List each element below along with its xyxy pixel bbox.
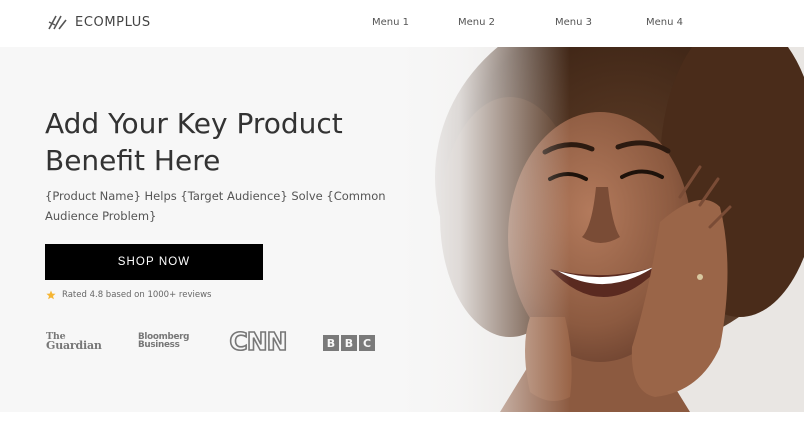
hero-section: Add Your Key Product Benefit Here {Produ…: [0, 47, 804, 412]
bbc-letter-b1: B: [323, 335, 339, 351]
headline-line-2: Benefit Here: [45, 144, 221, 177]
bloomberg-business-logo: Bloomberg Business: [138, 330, 194, 352]
bbc-letter-c: C: [359, 335, 375, 351]
bloomberg-line-2: Business: [138, 340, 180, 350]
nav-item-menu-2[interactable]: Menu 2: [458, 17, 495, 28]
cnn-logo: CNN: [229, 327, 287, 355]
brand-logo[interactable]: ECOMPLUS: [47, 13, 151, 31]
nav-item-menu-1[interactable]: Menu 1: [372, 17, 409, 28]
star-icon: [46, 290, 56, 300]
rating-text: Rated 4.8 based on 1000+ reviews: [62, 290, 212, 300]
nav-item-menu-3[interactable]: Menu 3: [555, 17, 592, 28]
site-header: ECOMPLUS Menu 1 Menu 2 Menu 3 Menu 4: [0, 0, 804, 47]
nav-item-menu-4[interactable]: Menu 4: [646, 17, 683, 28]
subtext-line-2: Audience Problem}: [45, 209, 157, 223]
brand-name: ECOMPLUS: [75, 14, 151, 30]
rating-summary: Rated 4.8 based on 1000+ reviews: [46, 290, 211, 300]
headline-line-1: Add Your Key Product: [45, 107, 343, 140]
hero-headline: Add Your Key Product Benefit Here: [45, 105, 405, 179]
photo-fade-overlay: [400, 47, 570, 412]
cnn-wordmark: CNN: [229, 327, 286, 355]
the-guardian-logo: The Guardian: [46, 330, 102, 352]
shop-now-button[interactable]: SHOP NOW: [45, 244, 263, 280]
bbc-letter-b2: B: [341, 335, 357, 351]
guardian-line-2: Guardian: [46, 339, 102, 352]
logo-mark-icon: [48, 15, 67, 30]
subtext-line-1: {Product Name} Helps {Target Audience} S…: [45, 189, 386, 203]
bbc-logo: B B C: [323, 333, 375, 353]
hero-subtext: {Product Name} Helps {Target Audience} S…: [45, 186, 395, 226]
